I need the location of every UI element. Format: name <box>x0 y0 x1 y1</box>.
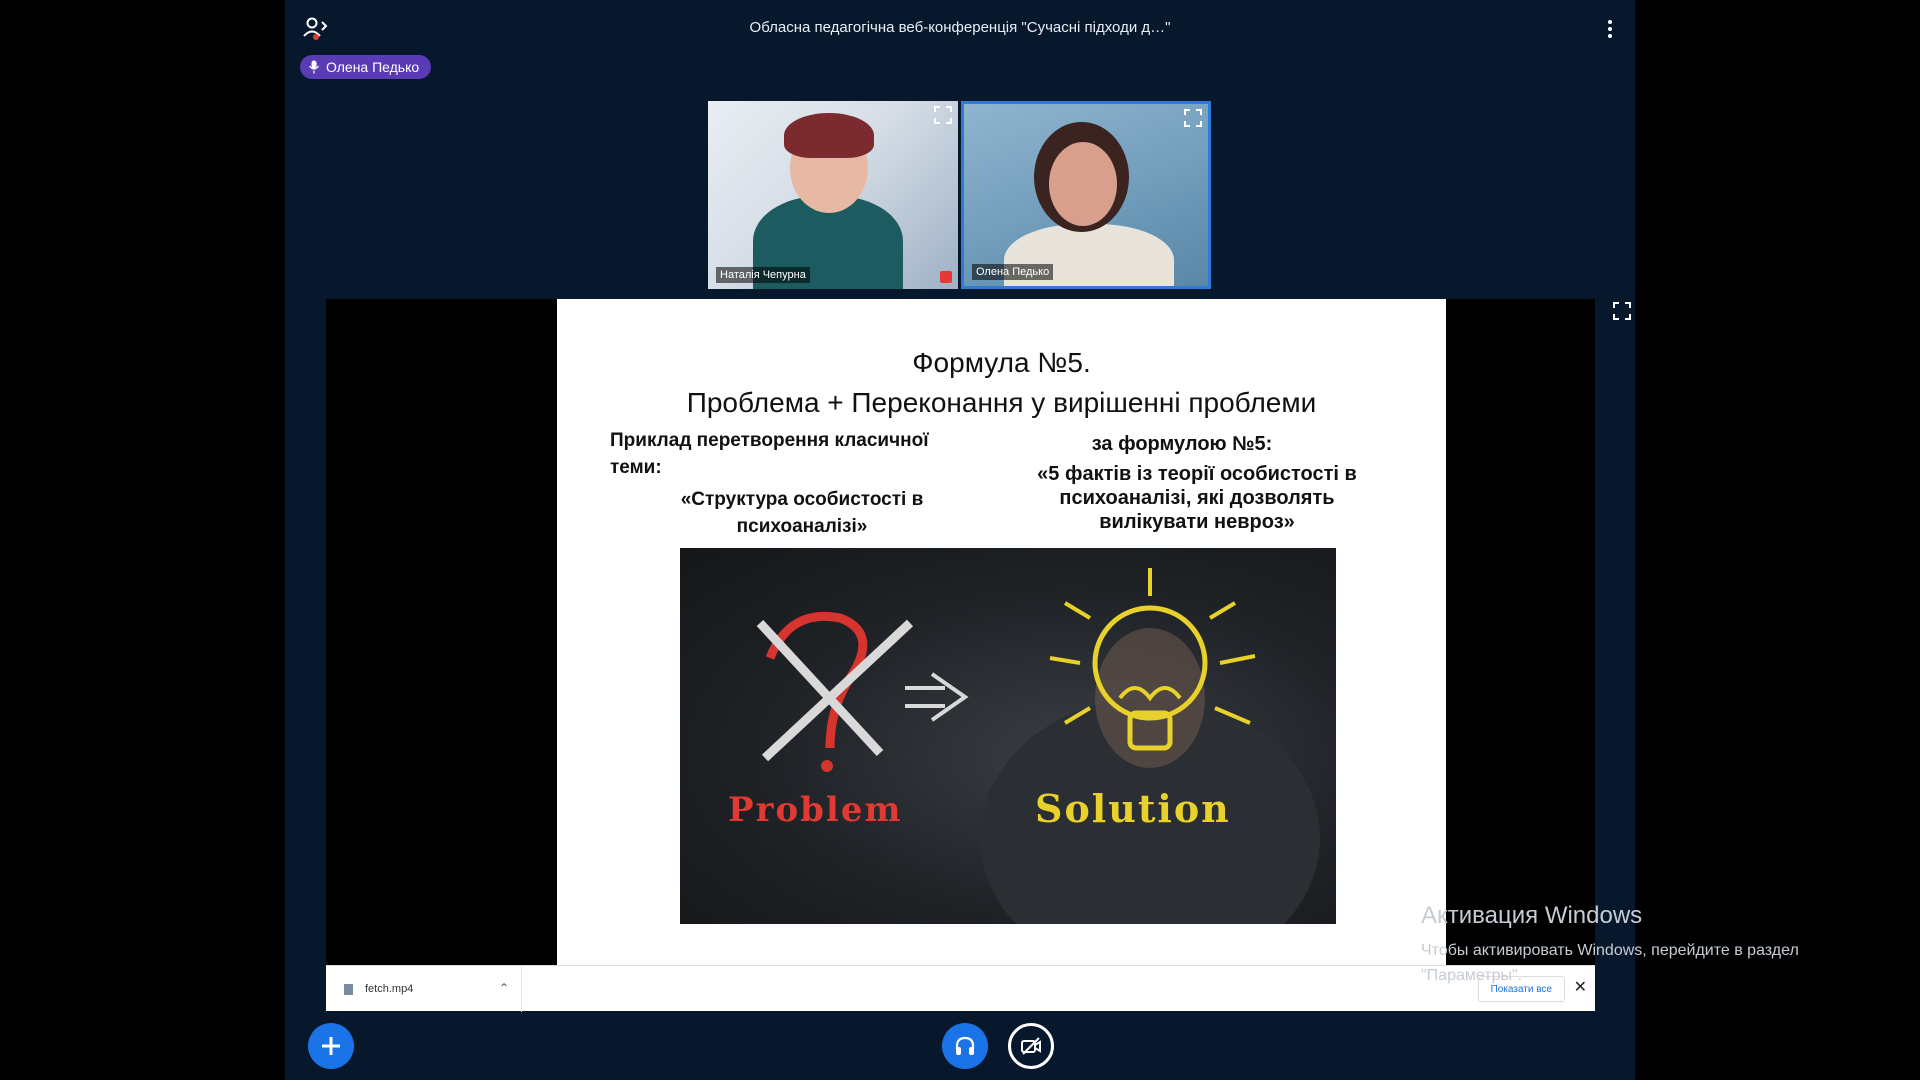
download-bar: fetch.mp4 ⌃ Показати все ✕ <box>326 965 1595 1012</box>
fullscreen-icon[interactable] <box>934 106 952 124</box>
slide-left-quote: «Структура особистості в психоаналізі» <box>680 489 924 537</box>
tile-name: Наталія Чепурна <box>716 267 810 283</box>
image-word-solution: Solution <box>1035 786 1231 831</box>
camera-off-icon[interactable] <box>1008 1023 1054 1069</box>
muted-icon <box>940 271 952 283</box>
video-tile[interactable]: Олена Педько <box>961 101 1211 289</box>
image-word-problem: Problem <box>728 790 903 830</box>
slide-right-heading: за формулою №5: <box>1091 433 1273 455</box>
slide-right-quote: «5 фактів із теорії особистості в психоа… <box>1037 463 1357 533</box>
download-file-name: fetch.mp4 <box>365 983 414 995</box>
windows-activation-watermark: Активация Windows Чтобы активировать Win… <box>1421 902 1799 988</box>
fullscreen-icon[interactable] <box>1184 109 1202 127</box>
top-bar: Обласна педагогічна веб-конференція "Суч… <box>285 0 1635 56</box>
activation-title: Активация Windows <box>1421 902 1643 929</box>
participant-head <box>1049 142 1117 226</box>
download-item[interactable]: fetch.mp4 ⌃ <box>326 966 522 1012</box>
presentation-area: Формула №5. Проблема + Переконання у вир… <box>326 299 1595 965</box>
headphones-icon[interactable] <box>942 1023 988 1069</box>
activation-line-1: Чтобы активировать Windows, перейдите в … <box>1421 942 1799 959</box>
problem-solution-image: Problem Solution <box>680 548 1336 924</box>
tile-name: Олена Педько <box>972 264 1054 280</box>
activation-line-2: "Параметры". <box>1421 967 1523 984</box>
talking-indicator: Олена Педько <box>300 55 432 79</box>
file-icon <box>344 983 353 995</box>
chevron-up-icon[interactable]: ⌃ <box>499 981 509 995</box>
video-tile[interactable]: Наталія Чепурна <box>708 101 958 289</box>
slide-left-heading: Приклад перетворення класичної теми: <box>610 430 929 478</box>
fullscreen-icon[interactable] <box>1613 302 1631 320</box>
slide-title: Формула №5. <box>912 347 1091 378</box>
participant-hair <box>784 113 874 158</box>
presentation-slide: Формула №5. Проблема + Переконання у вир… <box>557 299 1446 965</box>
talking-name: Олена Педько <box>326 59 420 75</box>
kebab-icon[interactable] <box>1605 18 1615 40</box>
meeting-title: Обласна педагогічна веб-конференція "Суч… <box>749 19 1171 36</box>
mic-icon <box>309 60 319 74</box>
slide-subtitle: Проблема + Переконання у вирішенні пробл… <box>686 387 1317 418</box>
plus-icon[interactable] <box>308 1023 354 1069</box>
